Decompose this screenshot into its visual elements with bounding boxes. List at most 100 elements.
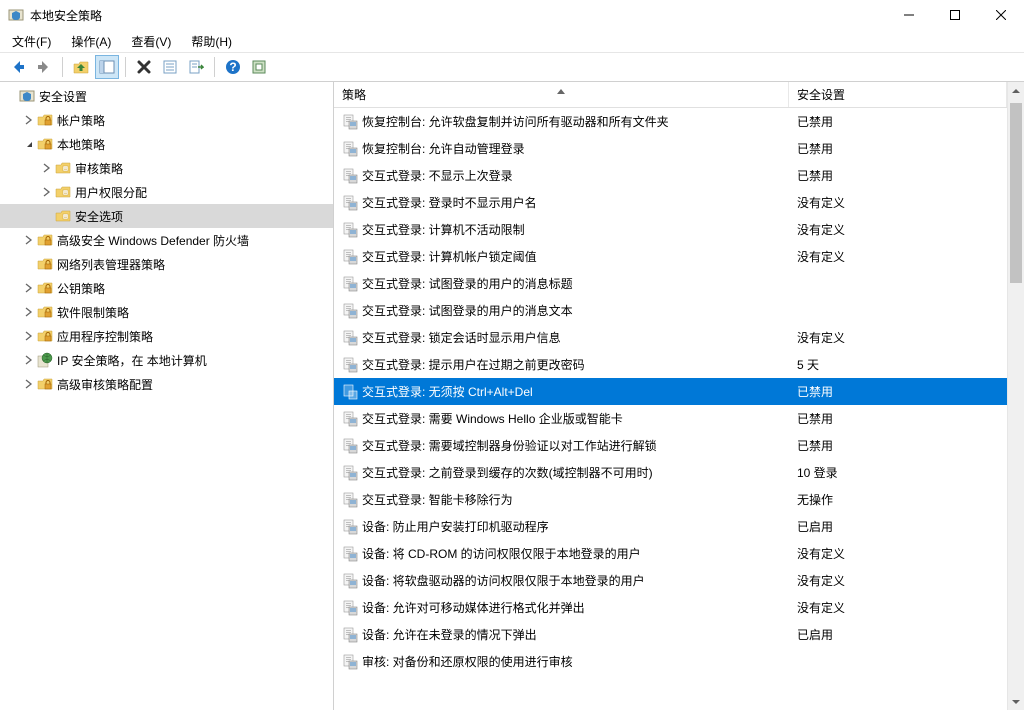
properties-button[interactable] [158, 55, 182, 79]
policy-row[interactable]: 交互式登录: 锁定会话时显示用户信息没有定义 [334, 324, 1007, 351]
policy-row[interactable]: 交互式登录: 计算机不活动限制没有定义 [334, 216, 1007, 243]
tree-item[interactable]: 帐户策略 [0, 108, 333, 132]
delete-button[interactable] [132, 55, 156, 79]
policy-item-icon [342, 303, 358, 319]
minimize-button[interactable] [886, 0, 932, 30]
policy-name: 交互式登录: 需要 Windows Hello 企业版或智能卡 [362, 410, 623, 427]
forward-button[interactable] [32, 55, 56, 79]
chevron-right-icon[interactable] [22, 233, 36, 247]
policy-row[interactable]: 恢复控制台: 允许自动管理登录已禁用 [334, 135, 1007, 162]
menu-action[interactable]: 操作(A) [67, 31, 115, 52]
policy-row[interactable]: 交互式登录: 计算机帐户锁定阈值没有定义 [334, 243, 1007, 270]
policy-item-icon [342, 654, 358, 670]
policy-row[interactable]: 交互式登录: 之前登录到缓存的次数(域控制器不可用时) 10 登录 [334, 459, 1007, 486]
close-button[interactable] [978, 0, 1024, 30]
policy-name: 交互式登录: 之前登录到缓存的次数(域控制器不可用时) [362, 464, 653, 481]
policy-setting: 没有定义 [797, 221, 845, 238]
policy-row[interactable]: 恢复控制台: 允许软盘复制并访问所有驱动器和所有文件夹已禁用 [334, 108, 1007, 135]
policy-row[interactable]: 交互式登录: 登录时不显示用户名没有定义 [334, 189, 1007, 216]
menu-file[interactable]: 文件(F) [8, 31, 55, 52]
policy-item-icon [342, 330, 358, 346]
show-hide-tree-button[interactable] [95, 55, 119, 79]
help-button[interactable]: ? [221, 55, 245, 79]
tree-root[interactable]: 安全设置 [0, 84, 333, 108]
back-button[interactable] [6, 55, 30, 79]
policy-row[interactable]: 交互式登录: 需要 Windows Hello 企业版或智能卡已禁用 [334, 405, 1007, 432]
policy-name: 设备: 将软盘驱动器的访问权限仅限于本地登录的用户 [362, 572, 645, 589]
folder-lock-icon [37, 376, 53, 392]
vertical-scrollbar[interactable] [1007, 82, 1024, 710]
menu-view[interactable]: 查看(V) [127, 31, 175, 52]
policy-item-icon [342, 600, 358, 616]
policy-item-icon [342, 141, 358, 157]
folder-lock-icon [37, 256, 53, 272]
policy-name: 交互式登录: 登录时不显示用户名 [362, 194, 537, 211]
policy-setting: 没有定义 [797, 329, 845, 346]
policy-name: 交互式登录: 试图登录的用户的消息文本 [362, 302, 573, 319]
policy-row[interactable]: 交互式登录: 不显示上次登录已禁用 [334, 162, 1007, 189]
column-header-setting[interactable]: 安全设置 [789, 82, 1007, 107]
policy-row[interactable]: 设备: 防止用户安装打印机驱动程序已启用 [334, 513, 1007, 540]
policy-setting: 已启用 [797, 518, 833, 535]
policy-item-icon [342, 222, 358, 238]
menu-help[interactable]: 帮助(H) [187, 31, 236, 52]
policy-row[interactable]: 审核: 对备份和还原权限的使用进行审核 [334, 648, 1007, 675]
chevron-down-icon[interactable] [4, 89, 18, 103]
tree-item[interactable]: 高级审核策略配置 [0, 372, 333, 396]
chevron-right-icon[interactable] [22, 353, 36, 367]
policy-row[interactable]: 设备: 允许在未登录的情况下弹出已启用 [334, 621, 1007, 648]
up-button[interactable] [69, 55, 93, 79]
policy-setting: 没有定义 [797, 248, 845, 265]
policy-row[interactable]: 设备: 允许对可移动媒体进行格式化并弹出没有定义 [334, 594, 1007, 621]
navigation-tree[interactable]: 安全设置 帐户策略本地策略审核策略用户权限分配安全选项高级安全 Windows … [0, 82, 334, 710]
chevron-right-icon[interactable] [40, 185, 54, 199]
tree-item[interactable]: 应用程序控制策略 [0, 324, 333, 348]
policy-row[interactable]: 交互式登录: 试图登录的用户的消息标题 [334, 270, 1007, 297]
tree-item[interactable]: 高级安全 Windows Defender 防火墙 [0, 228, 333, 252]
policy-row[interactable]: 交互式登录: 需要域控制器身份验证以对工作站进行解锁 已禁用 [334, 432, 1007, 459]
chevron-right-icon[interactable] [22, 305, 36, 319]
tree-item-label: 软件限制策略 [57, 304, 129, 321]
chevron-right-icon[interactable] [22, 329, 36, 343]
policy-setting: 已禁用 [797, 437, 833, 454]
policy-name: 交互式登录: 无须按 Ctrl+Alt+Del [362, 383, 533, 400]
chevron-right-icon[interactable] [22, 113, 36, 127]
policy-setting: 没有定义 [797, 572, 845, 589]
maximize-button[interactable] [932, 0, 978, 30]
tree-item[interactable]: 软件限制策略 [0, 300, 333, 324]
tree-item[interactable]: 审核策略 [0, 156, 333, 180]
scroll-down-button[interactable] [1008, 693, 1024, 710]
column-header-policy[interactable]: 策略 [334, 82, 789, 107]
policy-name: 设备: 允许在未登录的情况下弹出 [362, 626, 537, 643]
policy-row[interactable]: 设备: 将 CD-ROM 的访问权限仅限于本地登录的用户没有定义 [334, 540, 1007, 567]
tree-item[interactable]: 本地策略 [0, 132, 333, 156]
policy-row[interactable]: 交互式登录: 无须按 Ctrl+Alt+Del已禁用 [334, 378, 1007, 405]
scroll-track[interactable] [1008, 99, 1024, 693]
chevron-right-icon[interactable] [22, 377, 36, 391]
policy-row[interactable]: 交互式登录: 试图登录的用户的消息文本 [334, 297, 1007, 324]
policy-name: 交互式登录: 需要域控制器身份验证以对工作站进行解锁 [362, 437, 657, 454]
policy-row[interactable]: 交互式登录: 提示用户在过期之前更改密码5 天 [334, 351, 1007, 378]
chevron-down-icon[interactable] [22, 137, 36, 151]
scroll-up-button[interactable] [1008, 82, 1024, 99]
policy-item-icon [342, 438, 358, 454]
refresh-button[interactable] [247, 55, 271, 79]
tree-item[interactable]: IP 安全策略，在 本地计算机 [0, 348, 333, 372]
policy-row[interactable]: 交互式登录: 智能卡移除行为无操作 [334, 486, 1007, 513]
export-list-button[interactable] [184, 55, 208, 79]
tree-item[interactable]: 用户权限分配 [0, 180, 333, 204]
chevron-right-icon[interactable] [22, 281, 36, 295]
globe-icon [37, 352, 53, 368]
policy-setting: 10 登录 [797, 464, 838, 481]
sort-ascending-icon [557, 83, 565, 97]
title-bar: 本地安全策略 [0, 0, 1024, 30]
tree-item[interactable]: 安全选项 [0, 204, 333, 228]
policy-row[interactable]: 设备: 将软盘驱动器的访问权限仅限于本地登录的用户 没有定义 [334, 567, 1007, 594]
scroll-thumb[interactable] [1010, 103, 1022, 283]
tree-item[interactable]: 公钥策略 [0, 276, 333, 300]
policy-setting: 没有定义 [797, 599, 845, 616]
chevron-right-icon[interactable] [40, 161, 54, 175]
tree-item-label: 公钥策略 [57, 280, 105, 297]
tree-item[interactable]: 网络列表管理器策略 [0, 252, 333, 276]
folder-lock-icon [37, 232, 53, 248]
